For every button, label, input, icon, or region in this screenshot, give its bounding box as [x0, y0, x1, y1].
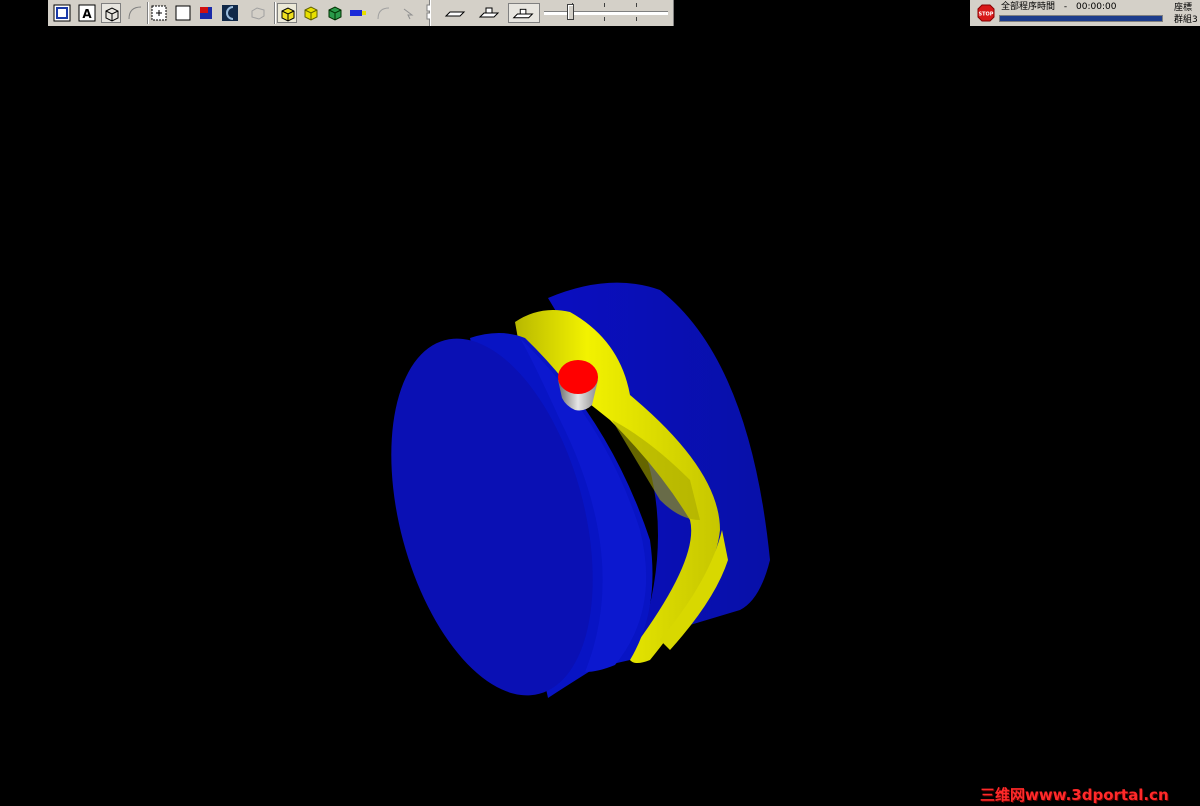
simulation-viewport[interactable]: [0, 26, 1200, 786]
box-outline-icon[interactable]: [248, 3, 268, 23]
slider-tick: [604, 17, 605, 21]
half-circle-icon[interactable]: [220, 3, 240, 23]
tool-path-icon[interactable]: [443, 3, 466, 23]
isometric-cube-icon[interactable]: [101, 3, 121, 23]
point-icon[interactable]: [149, 3, 169, 23]
wire-cube-icon[interactable]: [277, 3, 297, 23]
solid-cube-green-icon[interactable]: [325, 3, 345, 23]
toolbar-separator: [274, 2, 276, 24]
coord-label: 座標: [1174, 3, 1193, 13]
speed-slider-track[interactable]: [544, 11, 668, 15]
stop-icon[interactable]: STOP: [977, 4, 995, 22]
stop-label: STOP: [979, 12, 994, 18]
svg-text:A: A: [82, 7, 92, 21]
slider-tick: [636, 17, 637, 21]
toolbar-scroll-handle[interactable]: [420, 3, 434, 23]
solid-cube-icon[interactable]: [301, 3, 321, 23]
timer-caption: 全部程序時間: [1001, 2, 1056, 12]
view-toolbar: A: [48, 0, 434, 26]
cursor-icon[interactable]: [398, 3, 418, 23]
tool-fixture-icon[interactable]: [508, 3, 540, 23]
timer-value: 00:00:00: [1076, 2, 1117, 12]
slider-tick: [604, 3, 605, 7]
text-A-icon[interactable]: A: [77, 3, 97, 23]
tool-blue-icon[interactable]: [348, 3, 368, 23]
tool-holder-icon[interactable]: [477, 3, 500, 23]
tool-tip: [558, 360, 598, 394]
program-progress-fill: [1000, 16, 1162, 21]
timer-separator: -: [1063, 2, 1068, 12]
shaded-solid-icon[interactable]: [196, 3, 216, 23]
rectangle-icon[interactable]: [173, 3, 193, 23]
fit-view-icon[interactable]: [52, 3, 72, 23]
group-label: 群組3: [1174, 15, 1198, 25]
program-time-label: 全部程序時間 - 00:00:00: [1001, 1, 1116, 13]
slider-tick: [636, 3, 637, 7]
watermark-text: 三维网www.3dportal.cn: [980, 786, 1169, 804]
speed-slider-thumb[interactable]: [567, 4, 574, 20]
arc-icon[interactable]: [125, 3, 145, 23]
program-progress-bar: [999, 15, 1163, 22]
arc-small-icon[interactable]: [374, 3, 394, 23]
